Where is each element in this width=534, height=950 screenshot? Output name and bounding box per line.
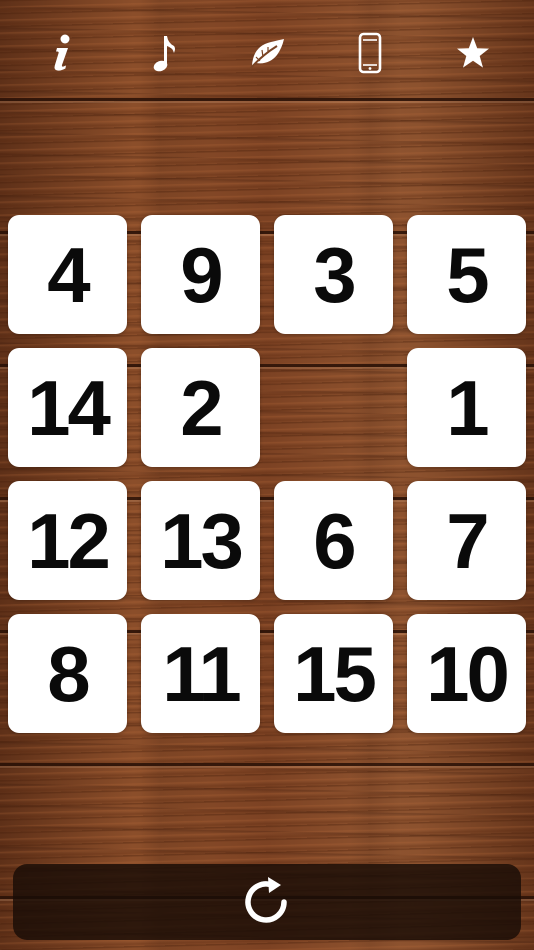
tile[interactable]: 4 xyxy=(8,215,127,334)
phone-icon xyxy=(358,32,382,74)
tile[interactable]: 9 xyxy=(141,215,260,334)
puzzle-board: 4 9 3 5 14 2 1 12 13 6 7 8 11 15 10 xyxy=(8,215,528,735)
rate-button[interactable] xyxy=(444,24,502,82)
device-button[interactable] xyxy=(341,24,399,82)
tile[interactable]: 6 xyxy=(274,481,393,600)
leaf-icon xyxy=(249,39,284,70)
tile-number: 12 xyxy=(27,496,111,585)
tile[interactable]: 2 xyxy=(141,348,260,467)
tile-number: 6 xyxy=(313,496,356,585)
info-icon xyxy=(54,34,70,71)
tile-number: 1 xyxy=(446,363,489,452)
tile[interactable]: 14 xyxy=(8,348,127,467)
tile[interactable]: 5 xyxy=(407,215,526,334)
tile[interactable]: 7 xyxy=(407,481,526,600)
star-icon xyxy=(456,37,489,68)
toolbar xyxy=(0,22,534,84)
tile[interactable]: 1 xyxy=(407,348,526,467)
tile[interactable]: 15 xyxy=(274,614,393,733)
info-button[interactable] xyxy=(32,24,90,82)
tile-number: 2 xyxy=(180,363,223,452)
music-button[interactable] xyxy=(135,24,193,82)
empty-slot xyxy=(274,348,393,467)
tile[interactable]: 10 xyxy=(407,614,526,733)
tile-number: 14 xyxy=(27,363,111,452)
tile[interactable]: 12 xyxy=(8,481,127,600)
tile-number: 13 xyxy=(160,496,244,585)
tile-number: 8 xyxy=(47,629,90,718)
tile-number: 15 xyxy=(293,629,377,718)
tile-number: 7 xyxy=(446,496,489,585)
restart-button[interactable] xyxy=(13,864,521,940)
tile-number: 11 xyxy=(162,629,241,718)
tile-number: 10 xyxy=(426,629,510,718)
tile-number: 5 xyxy=(446,230,489,319)
tile-number: 9 xyxy=(180,230,223,319)
tile[interactable]: 8 xyxy=(8,614,127,733)
tile[interactable]: 13 xyxy=(141,481,260,600)
tile-number: 3 xyxy=(313,230,356,319)
music-note-icon xyxy=(153,36,176,72)
refresh-icon xyxy=(245,877,287,923)
theme-button[interactable] xyxy=(238,24,296,82)
tile[interactable]: 11 xyxy=(141,614,260,733)
tile-number: 4 xyxy=(47,230,90,319)
tile[interactable]: 3 xyxy=(274,215,393,334)
